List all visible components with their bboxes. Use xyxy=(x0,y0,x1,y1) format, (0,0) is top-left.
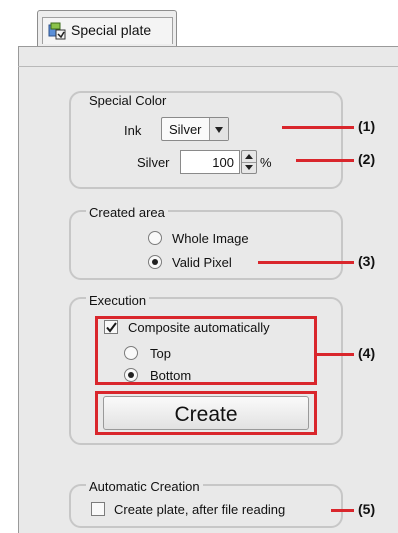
callout-5: (5) xyxy=(358,501,376,517)
bottom-radio[interactable] xyxy=(124,368,138,382)
callout-line-2 xyxy=(296,159,354,162)
tab-bar: Special plate xyxy=(0,0,398,48)
ink-label: Ink xyxy=(124,123,142,138)
whole-image-radio[interactable] xyxy=(148,231,162,245)
bottom-label: Bottom xyxy=(150,368,192,383)
automatic-creation-title: Automatic Creation xyxy=(86,479,203,494)
top-label: Top xyxy=(150,346,171,361)
callout-line-4 xyxy=(317,353,354,356)
panel-divider xyxy=(18,66,398,67)
special-plate-icon xyxy=(48,22,66,40)
silver-amount-input[interactable]: 100 xyxy=(180,150,240,174)
create-plate-label: Create plate, after file reading xyxy=(114,502,286,517)
whole-image-label: Whole Image xyxy=(172,231,249,246)
tab-label: Special plate xyxy=(71,22,152,38)
amount-unit: % xyxy=(260,155,272,170)
callout-line-1 xyxy=(282,126,354,129)
callout-4: (4) xyxy=(358,345,376,361)
top-radio[interactable] xyxy=(124,346,138,360)
callout-line-3 xyxy=(258,261,354,264)
tab-inner: Special plate xyxy=(42,17,173,44)
execution-title: Execution xyxy=(86,293,150,308)
callout-line-5 xyxy=(331,509,354,512)
silver-amount-value: 100 xyxy=(212,155,234,170)
callout-3: (3) xyxy=(358,253,376,269)
special-color-title: Special Color xyxy=(86,93,170,108)
checkmark-icon xyxy=(106,322,117,333)
create-button-label: Create xyxy=(174,403,238,426)
tab-special-plate[interactable]: Special plate xyxy=(37,10,177,46)
composite-label: Composite automatically xyxy=(128,320,270,335)
valid-pixel-label: Valid Pixel xyxy=(172,255,232,270)
ink-select[interactable]: Silver xyxy=(161,117,229,141)
chevron-down-icon xyxy=(209,118,228,140)
spinner-down-icon[interactable] xyxy=(242,162,256,173)
callout-1: (1) xyxy=(358,118,376,134)
amount-label: Silver xyxy=(137,155,170,170)
composite-checkbox[interactable] xyxy=(104,320,118,334)
created-area-title: Created area xyxy=(86,205,168,220)
create-plate-checkbox[interactable] xyxy=(91,502,105,516)
amount-spinner[interactable] xyxy=(241,150,257,174)
callout-2: (2) xyxy=(358,151,376,167)
ink-select-value: Silver xyxy=(169,122,202,137)
valid-pixel-radio[interactable] xyxy=(148,255,162,269)
create-button[interactable]: Create xyxy=(103,396,309,430)
